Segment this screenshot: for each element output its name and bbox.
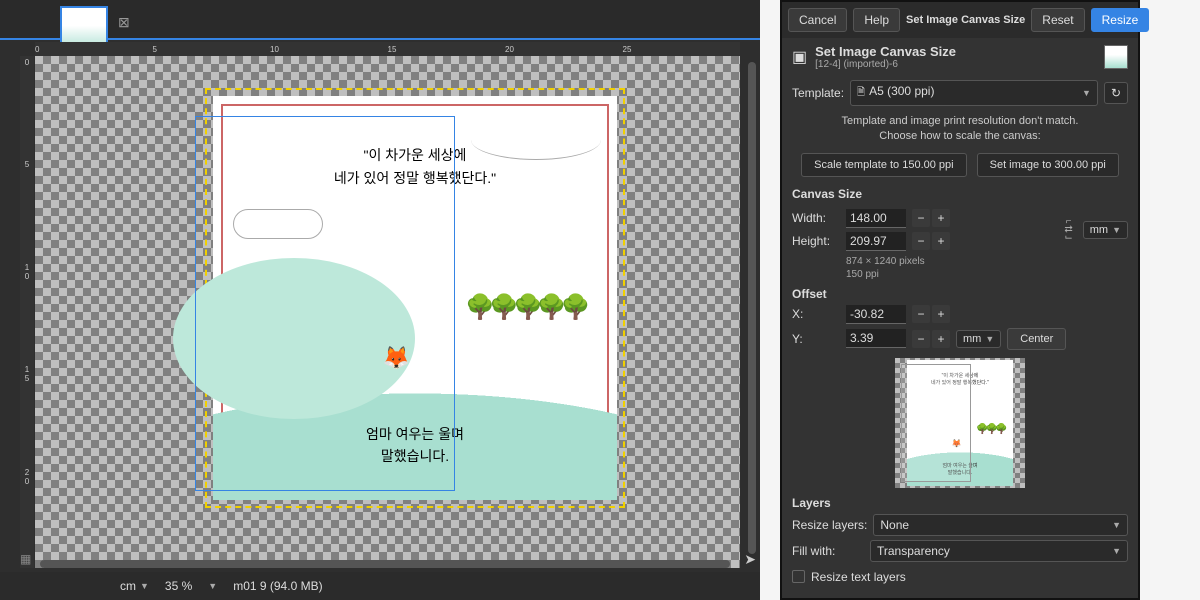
- navigation-icon[interactable]: ➤: [744, 551, 756, 568]
- ruler-vertical[interactable]: 051 01 52 0: [20, 56, 34, 568]
- fill-with-select[interactable]: Transparency▼: [870, 540, 1128, 562]
- cancel-button[interactable]: Cancel: [788, 8, 847, 32]
- offset-y-increment[interactable]: +: [932, 330, 950, 348]
- offset-unit-select[interactable]: mm▼: [956, 330, 1001, 348]
- unit-selector[interactable]: cm▼: [120, 579, 149, 593]
- offset-x-input[interactable]: [846, 305, 906, 324]
- canvas-pixel-info: 874 × 1240 pixels: [846, 255, 1128, 268]
- width-label: Width:: [792, 211, 840, 225]
- zoom-selector[interactable]: 35 %: [165, 579, 192, 593]
- canvas-size-heading: Canvas Size: [792, 187, 1128, 201]
- dialog-thumbnail: [1104, 45, 1128, 69]
- reset-button[interactable]: Reset: [1031, 8, 1084, 32]
- status-bar: cm▼ 35 % ▼ m01 9 (94.0 MB): [0, 572, 760, 600]
- width-increment[interactable]: +: [932, 209, 950, 227]
- center-button[interactable]: Center: [1007, 328, 1066, 350]
- image-editor-window: ⊠ 0510152025 051 01 52 0 "이 차가운 세상에 네가 있…: [0, 0, 760, 600]
- template-select[interactable]: 🗎A5 (300 ppi) ▼: [850, 80, 1098, 106]
- canvas-ppi-info: 150 ppi: [846, 268, 1128, 281]
- set-image-ppi-button[interactable]: Set image to 300.00 ppi: [977, 153, 1119, 177]
- dialog-subtitle: [12-4] (imported)-6: [815, 59, 956, 70]
- scrollbar-vertical[interactable]: [748, 62, 756, 554]
- chevron-down-icon: ▼: [1082, 88, 1091, 98]
- height-input[interactable]: [846, 232, 906, 251]
- resize-text-layers-checkbox[interactable]: [792, 570, 805, 583]
- width-decrement[interactable]: −: [912, 209, 930, 227]
- offset-x-label: X:: [792, 307, 840, 321]
- status-fileinfo: m01 9 (94.0 MB): [233, 579, 322, 593]
- fill-with-label: Fill with:: [792, 544, 864, 558]
- scale-template-button[interactable]: Scale template to 150.00 ppi: [801, 153, 966, 177]
- width-input[interactable]: [846, 209, 906, 228]
- dialog-title: Set Image Canvas Size: [906, 14, 1025, 26]
- tab-close-icon[interactable]: ⊠: [118, 14, 130, 31]
- chevron-down-icon[interactable]: ▼: [208, 581, 217, 591]
- canvas-size-preview-rect[interactable]: [195, 116, 455, 491]
- tab-strip: ⊠: [0, 0, 760, 40]
- link-chain-icon[interactable]: ⌐⇄⌙: [1060, 218, 1076, 242]
- height-increment[interactable]: +: [932, 232, 950, 250]
- canvas-resize-icon: ▣: [792, 47, 807, 67]
- height-label: Height:: [792, 234, 840, 248]
- document-icon: 🗎: [857, 87, 865, 98]
- height-decrement[interactable]: −: [912, 232, 930, 250]
- orientation-toggle-icon[interactable]: ↻: [1104, 82, 1128, 104]
- canvas-area[interactable]: "이 차가운 세상에 네가 있어 정말 행복했단다." 🌳🌳🌳🌳🌳 🦊 엄마 여…: [35, 56, 740, 568]
- dialog-button-bar: Cancel Help Set Image Canvas Size Reset …: [782, 2, 1138, 38]
- help-button[interactable]: Help: [853, 8, 900, 32]
- offset-preview[interactable]: "이 차가운 세상에 네가 있어 정말 행복했단다." 🌳🌳🌳 🦊 엄마 여우는…: [895, 358, 1025, 488]
- dialog-header: ▣ Set Image Canvas Size [12-4] (imported…: [782, 38, 1138, 76]
- offset-y-input[interactable]: [846, 329, 906, 348]
- offset-y-decrement[interactable]: −: [912, 330, 930, 348]
- canvas-unit-select[interactable]: mm▼: [1083, 221, 1128, 239]
- illustration-trees: 🌳🌳🌳🌳🌳: [465, 293, 584, 322]
- offset-x-increment[interactable]: +: [932, 305, 950, 323]
- template-mismatch-info: Template and image print resolution don'…: [792, 114, 1128, 145]
- resize-text-layers-label: Resize text layers: [811, 570, 906, 584]
- ruler-horizontal[interactable]: 0510152025: [35, 42, 740, 56]
- preview-crop-rect[interactable]: [901, 364, 971, 482]
- dialog-heading: Set Image Canvas Size: [815, 44, 956, 59]
- scrollbar-horizontal[interactable]: [40, 560, 730, 568]
- offset-x-decrement[interactable]: −: [912, 305, 930, 323]
- template-label: Template:: [792, 86, 844, 100]
- canvas-size-dialog: Cancel Help Set Image Canvas Size Reset …: [780, 0, 1140, 600]
- offset-y-label: Y:: [792, 332, 840, 346]
- resize-button[interactable]: Resize: [1091, 8, 1150, 32]
- resize-layers-select[interactable]: None▼: [873, 514, 1128, 536]
- layers-heading: Layers: [792, 496, 1128, 510]
- offset-heading: Offset: [792, 287, 1128, 301]
- resize-layers-label: Resize layers:: [792, 518, 867, 532]
- quick-mask-icon[interactable]: ▦: [20, 552, 31, 566]
